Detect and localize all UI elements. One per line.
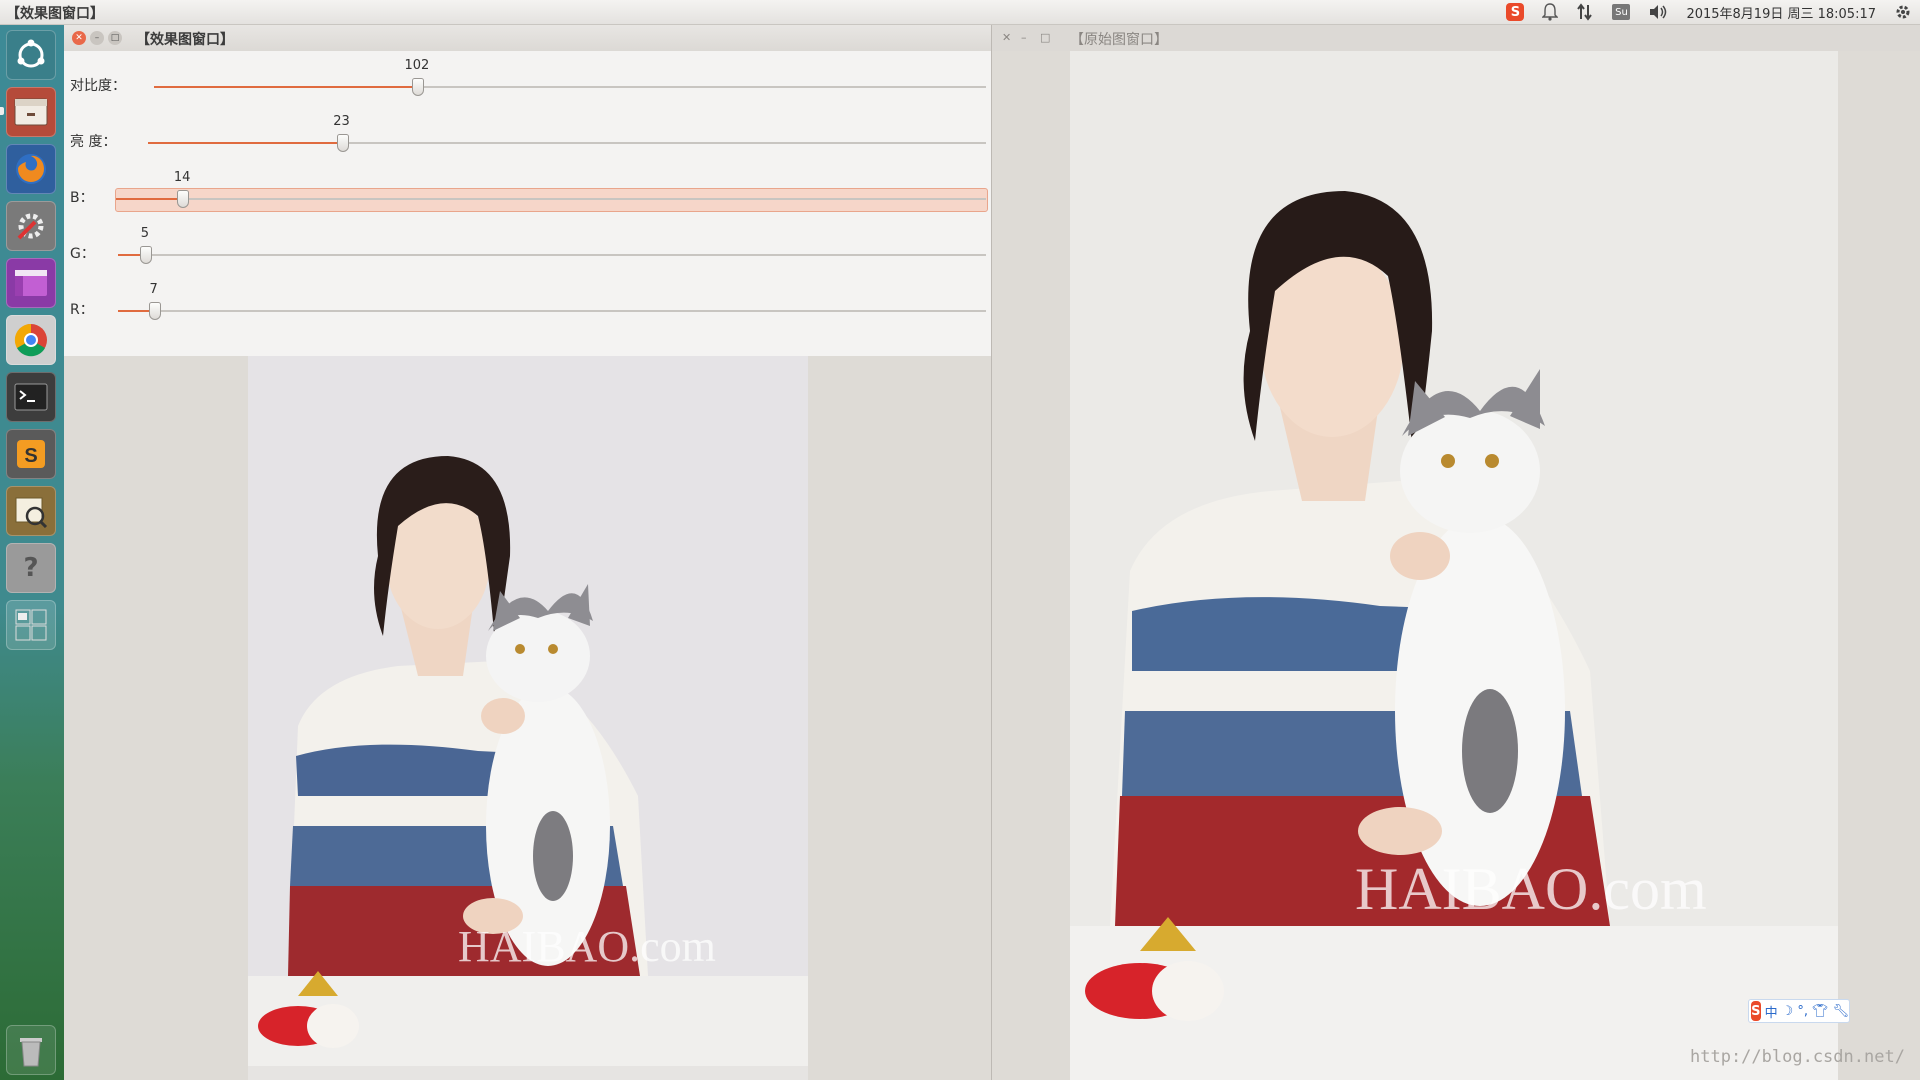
terminal-icon[interactable] — [6, 372, 56, 422]
window-title: 【效果图窗口】 — [136, 32, 234, 48]
sogou-icon[interactable]: S — [1751, 1001, 1761, 1021]
green-value: 5 — [140, 226, 150, 241]
maximize-icon[interactable]: □ — [108, 31, 122, 45]
brightness-slider[interactable]: 23 — [148, 114, 986, 152]
maximize-icon[interactable]: □ — [1040, 31, 1050, 44]
network-arrows-icon[interactable] — [1576, 3, 1594, 21]
window-title: 【原始图窗口】 — [1070, 32, 1168, 48]
effect-window: ✕ – □ 【效果图窗口】 对比度： 102 亮 度： 23 B： 14 G： … — [64, 25, 992, 1080]
close-icon[interactable]: ✕ — [1002, 31, 1011, 44]
green-label: G： — [70, 246, 95, 262]
original-window: ✕ – □ 【原始图窗口】 HAIBAO.com — [992, 25, 1920, 1080]
slider-thumb[interactable] — [148, 302, 161, 320]
red-slider-row: R： 7 — [64, 275, 991, 331]
original-watermark: HAIBAO.com — [1355, 856, 1707, 922]
slider-fill — [154, 86, 417, 88]
ubuntu-dash-icon[interactable] — [6, 30, 56, 80]
contrast-value: 102 — [404, 58, 430, 73]
effect-image-area: HAIBAO.com — [64, 356, 991, 1080]
firefox-icon[interactable] — [6, 144, 56, 194]
active-window-title: 【效果图窗口】 — [6, 6, 104, 22]
brightness-value: 23 — [333, 114, 350, 129]
workspace-switcher-app-icon[interactable] — [6, 258, 56, 308]
punctuation-icon[interactable]: °, — [1797, 1004, 1808, 1019]
workspaces-icon[interactable] — [6, 600, 56, 650]
slider-thumb[interactable] — [177, 190, 190, 208]
slider-panel: 对比度： 102 亮 度： 23 B： 14 G： 5 R： 7 — [64, 51, 991, 356]
contrast-slider[interactable]: 102 — [154, 58, 986, 96]
ime-mode-label[interactable]: 中 — [1765, 1002, 1778, 1021]
active-slider-highlight — [115, 188, 988, 212]
blue-value: 14 — [173, 170, 191, 185]
ime-status-bar[interactable]: S 中 ☽ °, 👕︎ 🔧︎ — [1748, 999, 1850, 1023]
page-watermark: http://blog.csdn.net/ — [1690, 1047, 1905, 1067]
slider-thumb[interactable] — [139, 246, 152, 264]
blue-label: B： — [70, 190, 94, 206]
close-icon[interactable]: ✕ — [72, 31, 86, 45]
red-slider[interactable]: 7 — [118, 282, 986, 320]
effect-window-titlebar[interactable]: ✕ – □ 【效果图窗口】 — [64, 25, 991, 52]
svg-text:S: S — [24, 445, 37, 467]
system-tray: S Su 2015年8月19日 周三 18:05:17 — [1506, 0, 1912, 24]
brightness-slider-row: 亮 度： 23 — [64, 107, 991, 163]
green-slider-row: G： 5 — [64, 219, 991, 275]
bell-icon[interactable] — [1542, 3, 1559, 21]
trash-icon[interactable] — [6, 1025, 56, 1075]
slider-fill — [148, 142, 342, 144]
original-photo: HAIBAO.com — [1070, 51, 1838, 1080]
image-viewer-icon[interactable] — [6, 486, 56, 536]
help-icon[interactable]: ? — [6, 543, 56, 593]
minimize-icon[interactable]: – — [1021, 31, 1027, 44]
effect-watermark: HAIBAO.com — [458, 922, 716, 971]
red-value: 7 — [149, 282, 158, 297]
chrome-icon[interactable] — [6, 315, 56, 365]
blue-slider[interactable]: 14 — [116, 170, 986, 208]
volume-icon[interactable] — [1648, 4, 1668, 20]
sogou-input-icon[interactable]: S — [1506, 3, 1525, 21]
slider-thumb[interactable] — [336, 134, 349, 152]
shirt-icon[interactable]: 👕︎ — [1812, 1004, 1829, 1019]
file-manager-icon[interactable] — [6, 87, 56, 137]
effect-photo: HAIBAO.com — [248, 356, 808, 1080]
top-panel: 【效果图窗口】 S Su 2015年8月19日 周三 18:05:17 — [0, 0, 1920, 25]
gear-icon[interactable] — [1894, 3, 1912, 21]
moon-icon[interactable]: ☽ — [1782, 1004, 1794, 1019]
blue-slider-row: B： 14 — [64, 163, 991, 219]
green-slider[interactable]: 5 — [118, 226, 986, 264]
brightness-label: 亮 度： — [70, 134, 117, 150]
unity-launcher: S ? — [0, 25, 64, 1080]
contrast-label: 对比度： — [70, 78, 126, 94]
user-icon[interactable]: Su — [1612, 4, 1631, 20]
wrench-icon[interactable]: 🔧︎ — [1832, 1004, 1849, 1019]
red-label: R： — [70, 302, 94, 318]
clock[interactable]: 2015年8月19日 周三 18:05:17 — [1686, 3, 1876, 22]
slider-fill — [116, 198, 183, 200]
slider-thumb[interactable] — [411, 78, 424, 96]
minimize-icon[interactable]: – — [90, 31, 104, 45]
original-window-titlebar[interactable]: ✕ – □ 【原始图窗口】 — [992, 25, 1920, 51]
contrast-slider-row: 对比度： 102 — [64, 51, 991, 107]
system-settings-icon[interactable] — [6, 201, 56, 251]
sublime-text-icon[interactable]: S — [6, 429, 56, 479]
